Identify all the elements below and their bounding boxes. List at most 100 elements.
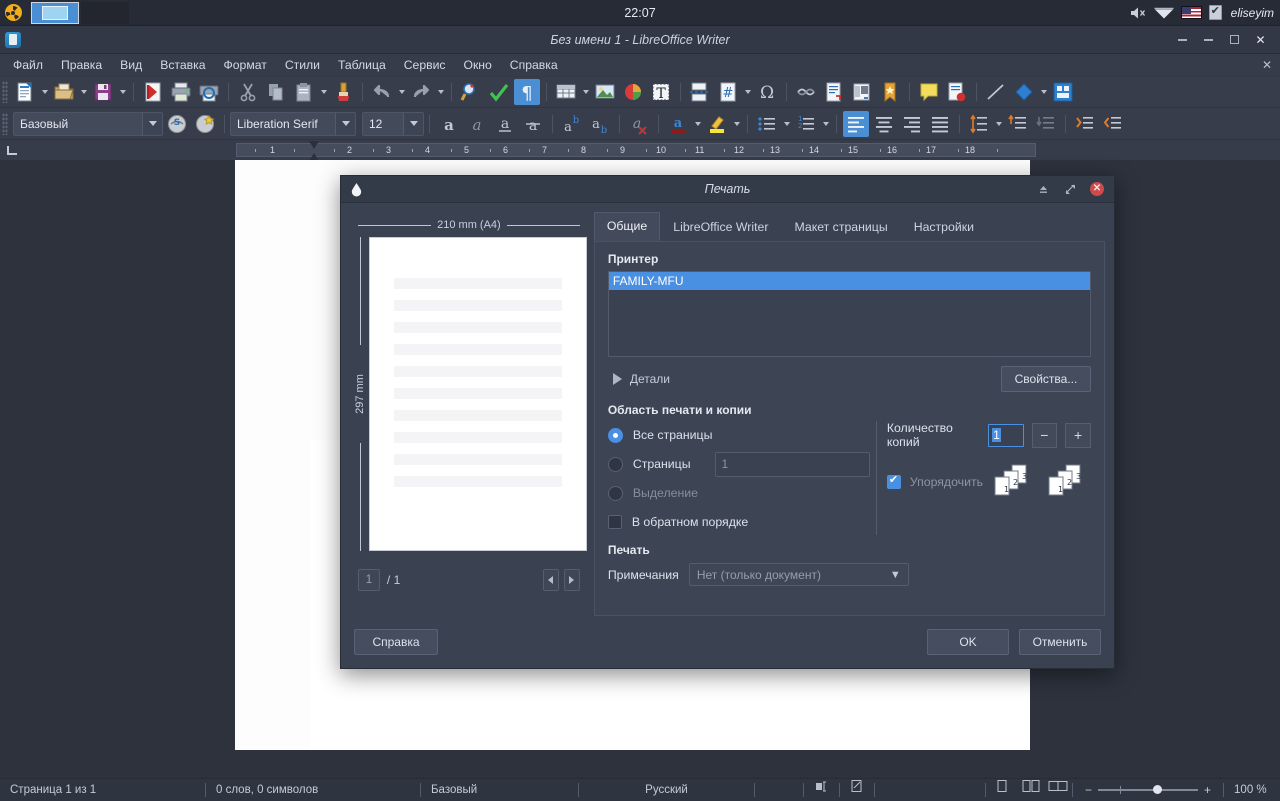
ordered-list-icon[interactable]: 12 bbox=[793, 111, 819, 137]
ok-button[interactable]: OK bbox=[927, 629, 1009, 655]
endnote-icon[interactable] bbox=[849, 79, 875, 105]
decrease-paragraph-spacing-icon[interactable] bbox=[1033, 111, 1059, 137]
us-flag-icon[interactable] bbox=[1180, 6, 1202, 19]
highlight-color-dropdown-icon[interactable] bbox=[731, 111, 742, 137]
open-icon[interactable] bbox=[51, 79, 77, 105]
close-document-icon[interactable]: ✕ bbox=[1262, 58, 1280, 72]
print-preview-icon[interactable] bbox=[196, 79, 222, 105]
insert-table-dropdown-icon[interactable] bbox=[580, 79, 591, 105]
italic-icon[interactable]: a bbox=[464, 111, 490, 137]
status-language[interactable]: Русский bbox=[579, 779, 754, 801]
basic-shapes-icon[interactable] bbox=[1011, 79, 1037, 105]
checkbox-collate-indicator[interactable] bbox=[886, 473, 901, 489]
menu-format[interactable]: Формат bbox=[215, 55, 276, 76]
align-left-icon[interactable] bbox=[843, 110, 869, 137]
special-character-icon[interactable]: Ω bbox=[754, 79, 780, 105]
font-size-combo[interactable]: 12 bbox=[362, 111, 424, 136]
copies-decrement-button[interactable]: − bbox=[1031, 422, 1058, 448]
cancel-button[interactable]: Отменить bbox=[1019, 629, 1101, 655]
printer-details-toggle[interactable]: Детали bbox=[608, 372, 670, 386]
next-page-icon[interactable] bbox=[563, 569, 580, 591]
copies-increment-button[interactable]: + bbox=[1065, 422, 1091, 448]
menu-help[interactable]: Справка bbox=[501, 55, 567, 76]
menu-file[interactable]: Файл bbox=[4, 55, 52, 76]
ruler-corner-tabstop-icon[interactable] bbox=[4, 140, 18, 160]
taskbar-item-libreoffice-writer[interactable] bbox=[31, 1, 79, 24]
export-pdf-icon[interactable] bbox=[140, 79, 166, 105]
chevron-down-icon[interactable]: ▼ bbox=[890, 569, 901, 581]
tab-page-layout[interactable]: Макет страницы bbox=[781, 213, 900, 241]
checkbox-reverse-order[interactable]: В обратном порядке bbox=[607, 509, 870, 535]
underline-icon[interactable]: a bbox=[492, 111, 518, 137]
highlight-color-icon[interactable] bbox=[704, 111, 730, 137]
status-word-count[interactable]: 0 слов, 0 символов bbox=[206, 779, 420, 801]
printer-properties-button[interactable]: Свойства... bbox=[1001, 366, 1091, 392]
subscript-icon[interactable]: ab bbox=[587, 111, 613, 137]
radio-pages[interactable]: Страницы 1 bbox=[607, 451, 870, 477]
new-document-icon[interactable] bbox=[12, 79, 38, 105]
line-spacing-icon[interactable] bbox=[966, 111, 992, 137]
undo-dropdown-icon[interactable] bbox=[396, 79, 407, 105]
printer-list-item-selected[interactable]: FAMILY-MFU bbox=[608, 272, 1090, 290]
single-page-view-icon[interactable] bbox=[986, 779, 1018, 801]
strikethrough-icon[interactable]: a bbox=[520, 111, 546, 137]
paste-dropdown-icon[interactable] bbox=[318, 79, 329, 105]
zoom-in-button[interactable]: + bbox=[1198, 783, 1217, 797]
update-style-icon[interactable]: S bbox=[164, 111, 190, 137]
bookmark-icon[interactable] bbox=[877, 79, 903, 105]
menu-window[interactable]: Окно bbox=[454, 55, 500, 76]
toolbar-grip[interactable] bbox=[2, 112, 8, 135]
status-paragraph-style[interactable]: Базовый bbox=[421, 779, 578, 801]
unordered-list-dropdown-icon[interactable] bbox=[781, 111, 792, 137]
zoom-out-button[interactable]: − bbox=[1079, 783, 1098, 797]
menu-edit[interactable]: Правка bbox=[52, 55, 111, 76]
comments-select[interactable]: Нет (только документ) ▼ bbox=[688, 563, 909, 586]
tab-general[interactable]: Общие bbox=[593, 212, 661, 241]
selection-mode-icon[interactable] bbox=[804, 779, 839, 801]
menu-view[interactable]: Вид bbox=[111, 55, 151, 76]
bold-icon[interactable]: a bbox=[436, 111, 462, 137]
help-button[interactable]: Справка bbox=[354, 629, 438, 655]
save-icon[interactable] bbox=[90, 79, 116, 105]
zoom-track[interactable] bbox=[1098, 784, 1199, 794]
zoom-handle[interactable] bbox=[1153, 784, 1163, 794]
comment-icon[interactable] bbox=[916, 79, 942, 105]
clone-formatting-icon[interactable] bbox=[330, 79, 356, 105]
redo-dropdown-icon[interactable] bbox=[435, 79, 446, 105]
multi-page-view-icon[interactable] bbox=[1018, 779, 1044, 801]
zoom-slider[interactable]: − + bbox=[1073, 783, 1223, 797]
decrease-indent-icon[interactable] bbox=[1100, 111, 1126, 137]
insert-chart-icon[interactable] bbox=[620, 79, 646, 105]
insert-image-icon[interactable] bbox=[592, 79, 618, 105]
footnote-icon[interactable] bbox=[821, 79, 847, 105]
increase-indent-icon[interactable] bbox=[1072, 111, 1098, 137]
status-page[interactable]: Страница 1 из 1 bbox=[0, 779, 205, 801]
menu-table[interactable]: Таблица bbox=[329, 55, 395, 76]
basic-shapes-dropdown-icon[interactable] bbox=[1038, 79, 1049, 105]
new-document-dropdown-icon[interactable] bbox=[39, 79, 50, 105]
copy-icon[interactable] bbox=[263, 79, 289, 105]
insert-field-dropdown-icon[interactable] bbox=[742, 79, 753, 105]
line-spacing-dropdown-icon[interactable] bbox=[993, 111, 1004, 137]
insert-hyperlink-icon[interactable] bbox=[793, 79, 819, 105]
chevron-down-icon[interactable] bbox=[335, 112, 355, 135]
paste-icon[interactable] bbox=[291, 79, 317, 105]
line-icon[interactable] bbox=[983, 79, 1009, 105]
insert-table-icon[interactable] bbox=[553, 79, 579, 105]
toolbar-grip[interactable] bbox=[2, 81, 8, 103]
show-draw-functions-icon[interactable] bbox=[1050, 79, 1076, 105]
panel-username[interactable]: eliseyim bbox=[1229, 6, 1274, 20]
volume-muted-icon[interactable] bbox=[1130, 6, 1147, 20]
ordered-list-dropdown-icon[interactable] bbox=[820, 111, 831, 137]
menu-insert[interactable]: Вставка bbox=[151, 55, 214, 76]
find-replace-icon[interactable] bbox=[458, 79, 484, 105]
checkbox-reverse-order-indicator[interactable] bbox=[607, 515, 622, 529]
unordered-list-icon[interactable] bbox=[754, 111, 780, 137]
zoom-level[interactable]: 100 % bbox=[1224, 779, 1277, 801]
font-name-combo[interactable]: Liberation Serif bbox=[230, 111, 356, 136]
spelling-icon[interactable] bbox=[486, 79, 512, 105]
tab-libreoffice-writer[interactable]: LibreOffice Writer bbox=[660, 213, 781, 241]
insert-field-icon[interactable]: # bbox=[715, 79, 741, 105]
radio-all-pages[interactable]: Все страницы bbox=[607, 422, 870, 448]
printer-list[interactable]: FAMILY-MFU bbox=[607, 271, 1091, 357]
